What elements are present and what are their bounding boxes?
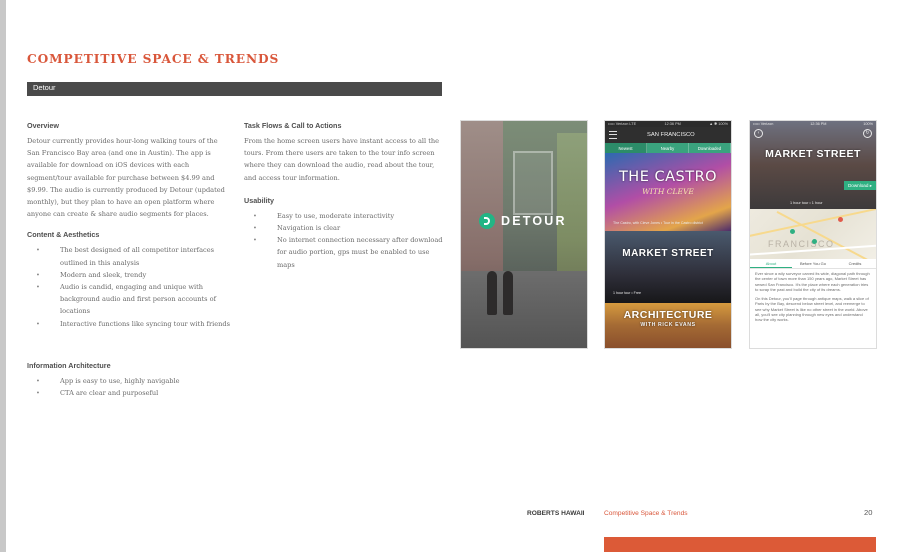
map-city-label: FRANCISCO	[768, 239, 835, 249]
content-aesthetics-heading: Content & Aesthetics	[27, 230, 100, 240]
footer-accent-bar	[604, 537, 876, 552]
city-title: SAN FRANCISCO	[647, 132, 695, 138]
information-architecture-list: App is easy to use, highly navigable CTA…	[27, 375, 232, 400]
tour-description-paragraph: Ever since a wily surveyor carved its wi…	[755, 271, 870, 292]
section-bar-label: Detour	[33, 83, 56, 92]
content-aesthetics-list: The best designed of all competitor inte…	[27, 244, 232, 330]
download-button: Download ▸	[844, 181, 876, 190]
tour-detail-title: MARKET STREET	[765, 148, 861, 160]
list-item: Navigation is clear	[244, 222, 444, 234]
map-road	[750, 209, 876, 239]
menu-icon	[609, 131, 617, 139]
tour-card-title: THE CASTRO	[618, 169, 718, 185]
tour-card-market-street: MARKET STREET 1 hour tour • Free	[605, 231, 731, 303]
tour-hero-image: ••••• Verizon 12:36 PM 100% ‹ ↻ MARKET S…	[750, 121, 876, 209]
window-image	[513, 151, 553, 215]
street-image	[461, 271, 587, 348]
left-column: Overview Detour currently provides hour-…	[27, 120, 232, 399]
tour-card-subtitle: WITH CLEVE	[642, 187, 694, 196]
information-architecture-heading: Information Architecture	[27, 360, 111, 370]
app-nav-bar: SAN FRANCISCO	[605, 127, 731, 143]
tour-description: Ever since a wily surveyor carved its wi…	[755, 271, 871, 327]
task-flows-text: From the home screen users have instant …	[244, 137, 440, 182]
tab-newest: Newest	[605, 143, 647, 153]
back-icon: ‹	[754, 129, 763, 138]
tab-about: About	[750, 259, 792, 268]
tour-detail-meta: 1 hour tour • 1 hour	[790, 201, 823, 205]
left-edge-strip	[0, 0, 6, 552]
tour-card-title: ARCHITECTURE	[623, 309, 713, 321]
list-item: Modern and sleek, trendy	[27, 269, 232, 281]
list-item: The best designed of all competitor inte…	[27, 244, 232, 268]
app-screenshot-tour-detail: ••••• Verizon 12:36 PM 100% ‹ ↻ MARKET S…	[749, 120, 877, 349]
list-item: Easy to use, moderate interactivity	[244, 210, 444, 222]
tab-nearby: Nearby	[647, 143, 689, 153]
detour-logo-text: DETOUR	[501, 214, 567, 228]
map-pin-icon	[790, 229, 795, 234]
tour-card-architecture: ARCHITECTURE WITH RICK EVANS	[605, 303, 731, 348]
page-title: COMPETITIVE SPACE & TRENDS	[27, 52, 280, 66]
status-carrier: ••••• Verizon	[753, 122, 774, 126]
detour-logo: DETOUR	[479, 213, 567, 229]
tour-card-title: MARKET STREET	[622, 248, 714, 259]
tab-before-you-go: Before You Go	[799, 261, 827, 266]
app-tabs: Newest Nearby Downloaded	[605, 143, 731, 153]
status-battery: 100%	[863, 122, 873, 126]
share-icon: ↻	[863, 129, 872, 138]
list-item: Interactive functions like syncing tour …	[27, 318, 232, 330]
footer-organization: ROBERTS HAWAII	[527, 510, 585, 517]
list-item: App is easy to use, highly navigable	[27, 375, 232, 387]
tour-card-meta: 1 hour tour • Free	[613, 291, 642, 295]
app-screenshot-tour-list: ••••• Verizon LTE 12:36 PM ▲ ✱ 100% SAN …	[604, 120, 732, 349]
overview-text: Detour currently provides hour-long walk…	[27, 137, 225, 219]
overview-heading: Overview	[27, 121, 59, 130]
page-number: 20	[864, 508, 873, 517]
person-figure	[503, 271, 513, 315]
list-item: Audio is candid, engaging and unique wit…	[27, 281, 232, 318]
section-bar: Detour	[27, 82, 442, 96]
tour-card-castro: THE CASTRO WITH CLEVE The Castro, with C…	[605, 153, 731, 231]
status-time: 12:36 PM	[810, 122, 827, 126]
tab-downloaded: Downloaded	[689, 143, 731, 153]
tour-map: FRANCISCO	[750, 209, 876, 259]
map-pin-icon	[838, 217, 843, 222]
tour-card-meta: The Castro, with Cleve Jones • Tour in t…	[613, 221, 703, 225]
usability-heading: Usability	[244, 195, 274, 205]
app-screenshot-splash: DETOUR	[460, 120, 588, 349]
map-pin-icon	[812, 239, 817, 244]
list-item: No internet connection necessary after d…	[244, 234, 444, 271]
tour-detail-tabs: About Before You Go Credits	[750, 259, 876, 269]
tour-card-subtitle: WITH RICK EVANS	[640, 322, 696, 328]
status-bar: ••••• Verizon 12:36 PM 100%	[750, 121, 876, 127]
tour-description-paragraph: On this Detour, you'll page through anti…	[755, 296, 869, 323]
usability-list: Easy to use, moderate interactivity Navi…	[244, 210, 444, 271]
person-figure	[487, 271, 497, 315]
list-item: CTA are clear and purposeful	[27, 387, 232, 399]
detour-logo-icon	[479, 213, 495, 229]
tab-credits: Credits	[848, 261, 862, 266]
right-column: Task Flows & Call to Actions From the ho…	[244, 120, 444, 271]
footer-section-label: Competitive Space & Trends	[604, 510, 688, 517]
task-flows-heading: Task Flows & Call to Actions	[244, 121, 342, 130]
